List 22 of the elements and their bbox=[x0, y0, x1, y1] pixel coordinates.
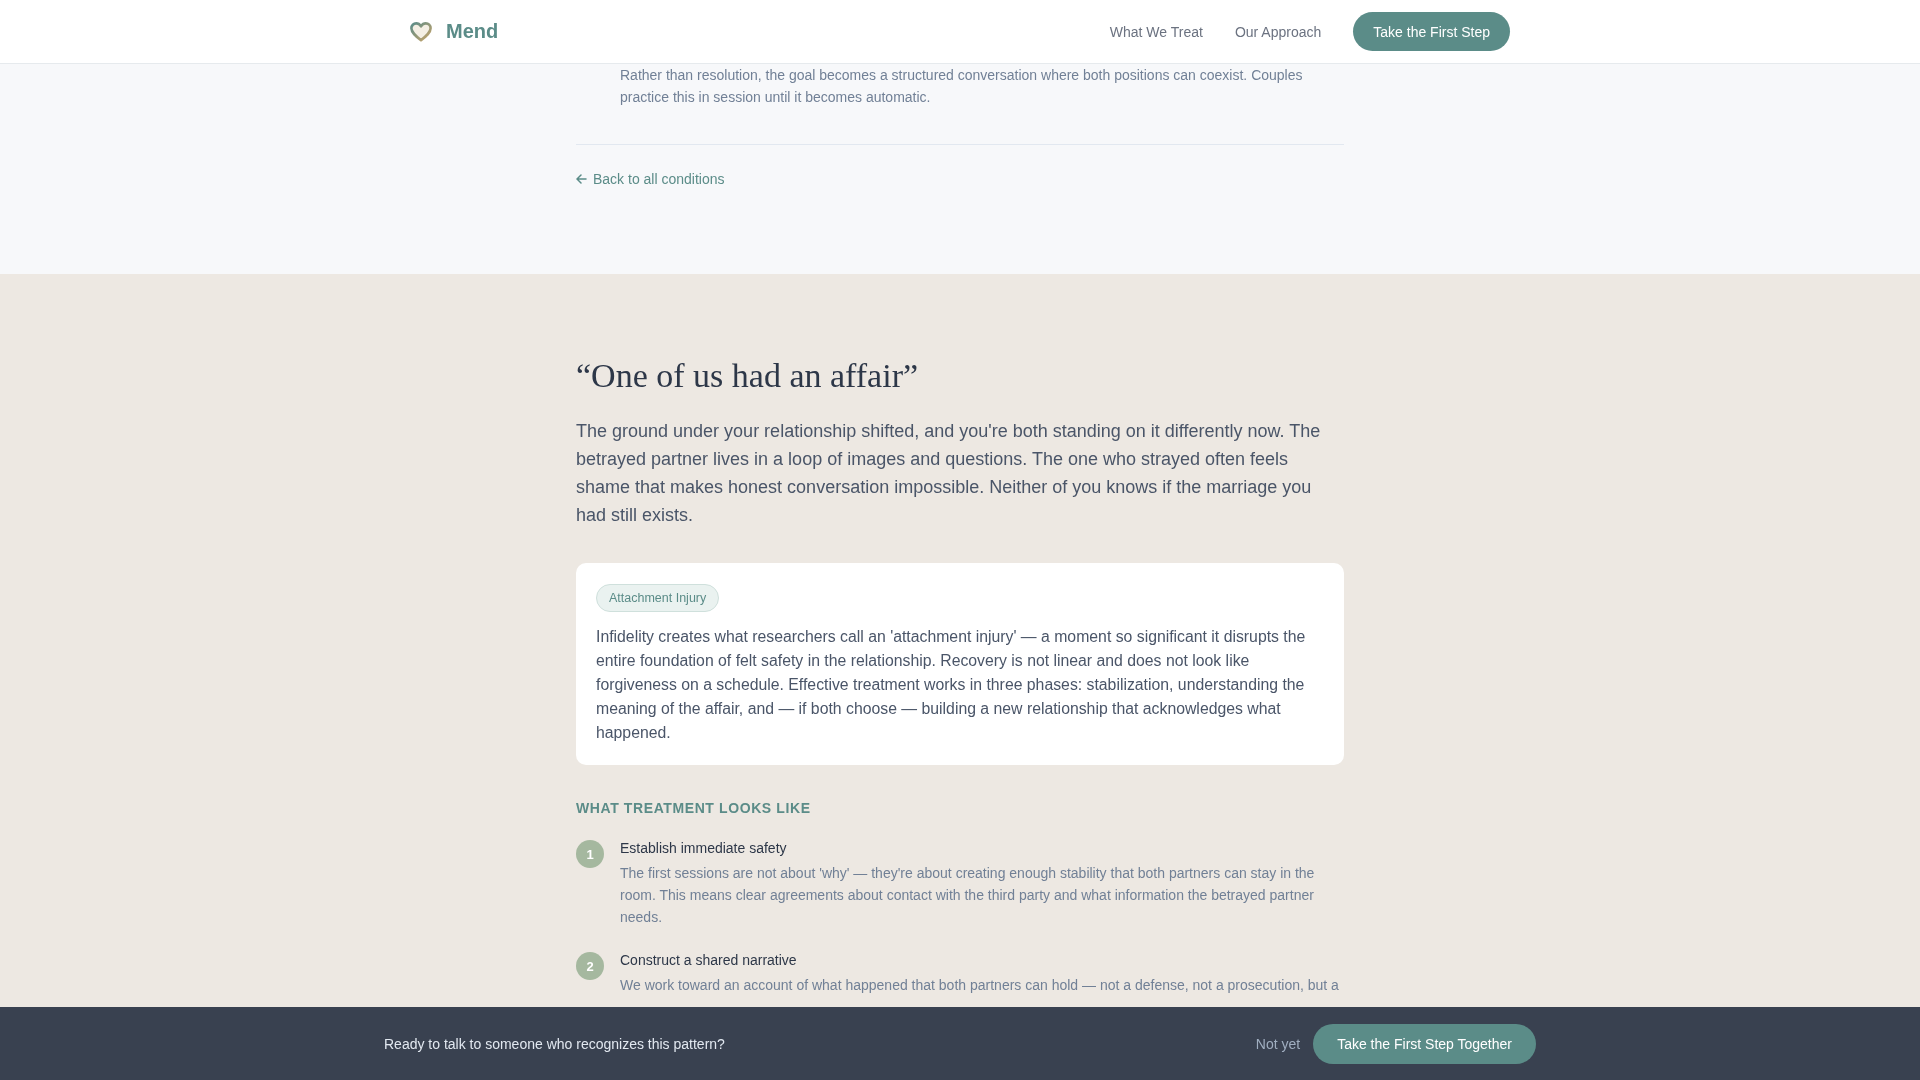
step-number: 1 bbox=[576, 840, 604, 868]
intro-paragraph: The ground under your relationship shifted, and you're both standing on it differently now. The betrayed partner lives in a loop of images and questions. The one who strayed often feels shame that makes honest conversation impossible. Neither of you knows if the marriage you had still exists. bbox=[576, 420, 1322, 527]
brand-name: Mend bbox=[446, 20, 499, 43]
card-text: Infidelity creates what researchers call an 'attachment injury' — a moment so significant it disrupts the entire foundation of felt safety in the relationship. Recovery is not linear and does not look like forgiveness on a schedule. Effective treatment works in three phases: stabilization, understanding the meaning of the affair, and — if both choose — building a new relationship that acknowledges what happened. bbox=[596, 627, 1307, 743]
step-number: 2 bbox=[576, 952, 604, 980]
cta-text: Ready to talk to someone who recognizes this pattern? bbox=[384, 1035, 725, 1052]
step-description: Rather than resolution, the goal becomes a structured conversation where both positions can coexist. Couples practice this in session until it becomes automatic. bbox=[620, 66, 1304, 107]
step-title: Establish immediate safety bbox=[620, 839, 788, 858]
page-title: “One of us had an affair” bbox=[576, 356, 920, 396]
step-title: Construct a shared narrative bbox=[620, 951, 798, 970]
cta-button[interactable]: Take the First Step Together bbox=[1313, 1023, 1536, 1064]
nav-link[interactable]: What We Treat bbox=[1109, 23, 1203, 40]
arrow-left-icon bbox=[576, 174, 587, 184]
back-link[interactable]: Back to all conditions bbox=[576, 169, 725, 189]
step-description: The first sessions are not about 'why' — they're about creating enough stability that both partners can stay in the room. This means clear agreements about contact with the third party and what information the betrayed partner needs. bbox=[620, 864, 1316, 927]
nav-link[interactable]: Our Approach bbox=[1234, 23, 1322, 40]
category-tag: Attachment Injury bbox=[596, 584, 720, 612]
step-description: We work toward an account of what happened that both partners can hold — not a defense, not a prosecution, but a bbox=[620, 976, 1340, 995]
dismiss-button[interactable]: Not yet bbox=[1255, 1035, 1301, 1052]
heart-logo-icon bbox=[410, 21, 432, 42]
cta-button[interactable]: Take the First Step bbox=[1353, 12, 1510, 51]
section-heading: WHAT TREATMENT LOOKS LIKE bbox=[576, 799, 812, 818]
